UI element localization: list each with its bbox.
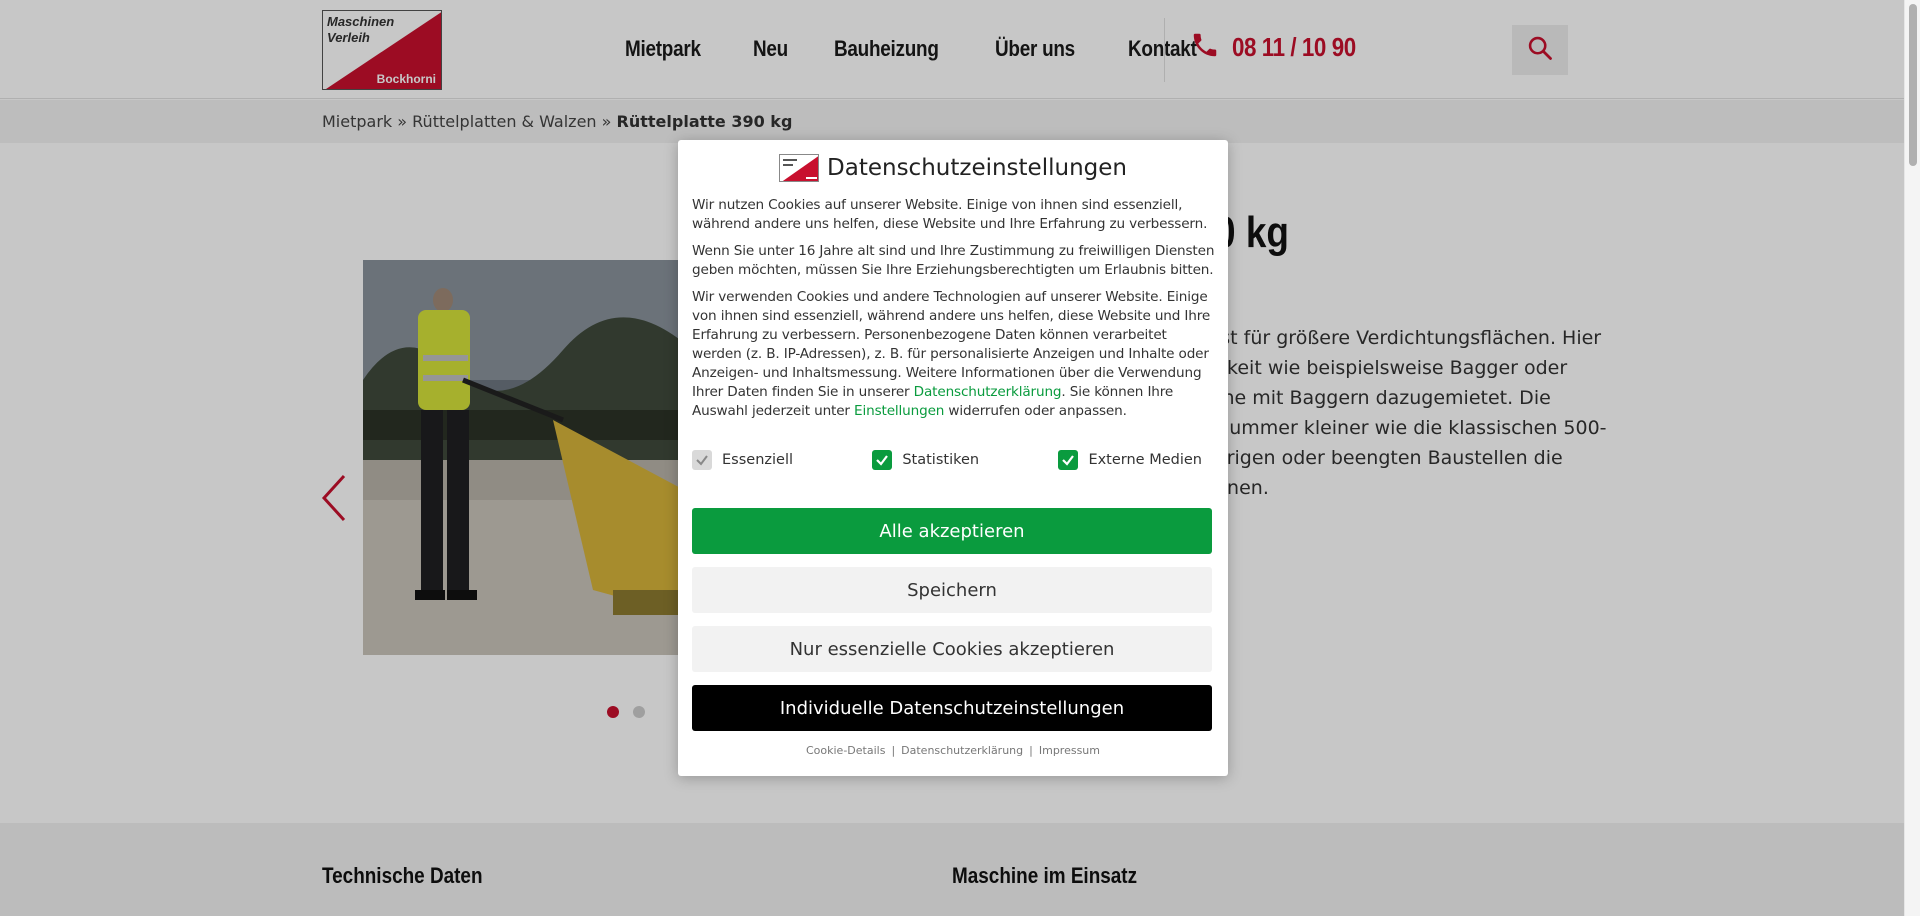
consent-paragraph-3: Wir verwenden Cookies und andere Technol… — [692, 288, 1216, 421]
dialog-body: Wir nutzen Cookies auf unserer Website. … — [692, 196, 1216, 429]
dialog-footer-links: Cookie-Details | Datenschutzerklärung | Impr… — [678, 744, 1228, 757]
checkbox-statistiken-label[interactable]: Statistiken — [902, 452, 979, 468]
imprint-link[interactable]: Impressum — [1039, 744, 1100, 757]
dialog-logo-graphic — [782, 156, 819, 181]
dialog-header: Datenschutzeinstellungen — [678, 154, 1228, 182]
scrollbar-thumb[interactable] — [1909, 4, 1917, 166]
settings-link[interactable]: Einstellungen — [854, 403, 944, 419]
checkbox-statistiken-box[interactable] — [872, 450, 893, 470]
check-icon — [696, 455, 708, 466]
check-icon — [1062, 455, 1075, 466]
checkbox-externe-medien-label[interactable]: Externe Medien — [1088, 452, 1202, 468]
link-separator: | — [891, 744, 896, 757]
cookie-consent-dialog: Datenschutzeinstellungen Wir nutzen Cook… — [678, 140, 1228, 776]
checkbox-externe-medien-box[interactable] — [1058, 450, 1079, 470]
link-separator: | — [1029, 744, 1033, 757]
accept-essential-button[interactable]: Nur essenzielle Cookies akzeptieren — [692, 626, 1212, 672]
consent-paragraph-2: Wenn Sie unter 16 Jahre alt sind und Ihr… — [692, 243, 1215, 278]
dialog-logo — [779, 154, 820, 182]
page-scrollbar[interactable] — [1904, 0, 1920, 916]
checkbox-statistiken[interactable]: Statistiken — [872, 450, 979, 470]
checkbox-essenziell: Essenziell — [692, 450, 793, 470]
cookie-details-link[interactable]: Cookie-Details — [806, 744, 885, 757]
individual-settings-button[interactable]: Individuelle Datenschutzeinstellungen — [692, 685, 1212, 731]
check-icon — [876, 455, 889, 466]
dialog-title: Datenschutzeinstellungen — [827, 155, 1127, 181]
consent-categories: Essenziell Statistiken Externe Medien — [692, 450, 1202, 470]
privacy-policy-footer-link[interactable]: Datenschutzerklärung — [901, 744, 1023, 757]
checkbox-essenziell-box — [692, 450, 712, 470]
consent-paragraph-1: Wir nutzen Cookies auf unserer Website. … — [692, 197, 1208, 232]
checkbox-essenziell-label: Essenziell — [722, 452, 793, 468]
privacy-policy-link[interactable]: Datenschutzerklärung — [914, 384, 1062, 400]
consent-paragraph-3-end: widerrufen oder anpassen. — [944, 403, 1127, 419]
checkbox-externe-medien[interactable]: Externe Medien — [1058, 450, 1202, 470]
save-button[interactable]: Speichern — [692, 567, 1212, 613]
accept-all-button[interactable]: Alle akzeptieren — [692, 508, 1212, 554]
